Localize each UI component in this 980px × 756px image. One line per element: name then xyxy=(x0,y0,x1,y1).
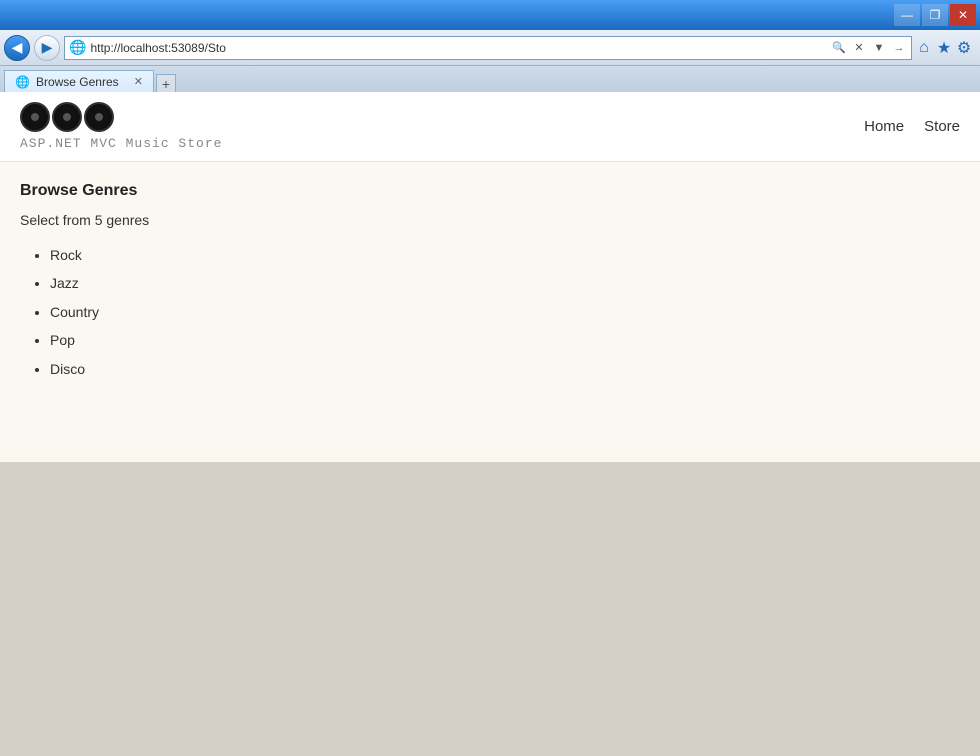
go-button[interactable]: → xyxy=(891,40,907,56)
settings-button[interactable]: ⚙ xyxy=(956,37,972,59)
page-title: Browse Genres xyxy=(20,182,960,200)
toolbar: ◀ ▶ 🌐 http://localhost:53089/Sto 🔍 ✕ ▼ →… xyxy=(0,30,980,66)
genre-link[interactable]: Jazz xyxy=(50,275,79,291)
favorites-button[interactable]: ★ xyxy=(936,37,952,59)
new-tab-button[interactable]: + xyxy=(156,74,176,92)
browser-icon: 🌐 xyxy=(69,39,86,56)
window-chrome: — ❐ ✕ ◀ ▶ 🌐 http://localhost:53089/Sto 🔍… xyxy=(0,0,980,92)
footer-area xyxy=(0,462,980,756)
list-item: Disco xyxy=(50,358,960,380)
disc-2 xyxy=(52,102,82,132)
close-button[interactable]: ✕ xyxy=(950,4,976,26)
disc-3 xyxy=(84,102,114,132)
website-content: ASP.NET MVC Music Store Home Store Brows… xyxy=(0,92,980,756)
list-item: Jazz xyxy=(50,272,960,294)
genre-list: Rock Jazz Country Pop Disco xyxy=(20,244,960,380)
genre-link[interactable]: Rock xyxy=(50,247,82,263)
tab-close-button[interactable]: ✕ xyxy=(134,75,143,88)
tab-label: Browse Genres xyxy=(36,75,119,89)
tab-favicon: 🌐 xyxy=(15,75,30,89)
genre-link[interactable]: Pop xyxy=(50,332,75,348)
forward-button[interactable]: ▶ xyxy=(34,35,60,61)
list-item: Rock xyxy=(50,244,960,266)
site-nav: Home Store xyxy=(864,118,960,135)
address-refresh-icon[interactable]: ✕ xyxy=(851,40,867,56)
title-bar: — ❐ ✕ xyxy=(0,0,980,30)
genre-subtitle: Select from 5 genres xyxy=(20,212,960,228)
address-dropdown-icon[interactable]: ▼ xyxy=(871,40,887,56)
toolbar-right: ⌂ ★ ⚙ xyxy=(916,37,976,59)
window-controls: — ❐ ✕ xyxy=(894,4,976,26)
home-button[interactable]: ⌂ xyxy=(916,37,932,59)
address-search-icon[interactable]: 🔍 xyxy=(831,40,847,56)
nav-store[interactable]: Store xyxy=(924,118,960,135)
tab-bar: 🌐 Browse Genres ✕ + xyxy=(0,66,980,92)
nav-home[interactable]: Home xyxy=(864,118,904,135)
genre-link[interactable]: Country xyxy=(50,304,99,320)
address-text: http://localhost:53089/Sto xyxy=(90,41,827,55)
address-bar[interactable]: 🌐 http://localhost:53089/Sto 🔍 ✕ ▼ → xyxy=(64,36,912,60)
list-item: Country xyxy=(50,301,960,323)
restore-button[interactable]: ❐ xyxy=(922,4,948,26)
minimize-button[interactable]: — xyxy=(894,4,920,26)
logo-discs xyxy=(20,102,222,132)
disc-1 xyxy=(20,102,50,132)
genre-link[interactable]: Disco xyxy=(50,361,85,377)
back-button[interactable]: ◀ xyxy=(4,35,30,61)
main-content: Browse Genres Select from 5 genres Rock J… xyxy=(0,162,980,462)
active-tab[interactable]: 🌐 Browse Genres ✕ xyxy=(4,70,154,92)
list-item: Pop xyxy=(50,329,960,351)
site-tagline: ASP.NET MVC Music Store xyxy=(20,136,222,151)
site-header: ASP.NET MVC Music Store Home Store xyxy=(0,92,980,162)
logo-area: ASP.NET MVC Music Store xyxy=(20,102,222,151)
